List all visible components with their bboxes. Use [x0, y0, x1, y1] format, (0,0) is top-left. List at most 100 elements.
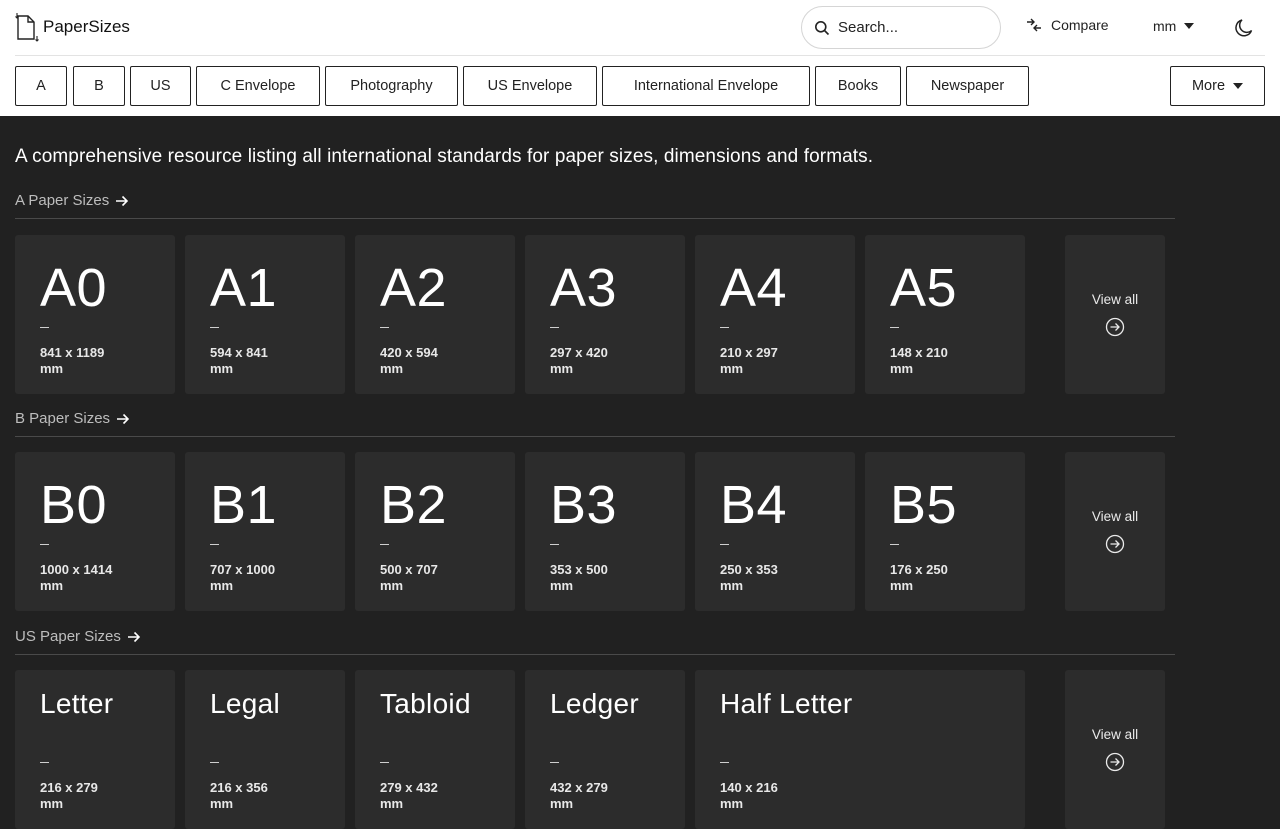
category-b[interactable]: B	[73, 66, 125, 106]
section-divider	[15, 436, 1175, 437]
card-name: B4	[720, 475, 788, 535]
card-dash	[40, 762, 49, 763]
search-input[interactable]	[838, 19, 988, 36]
card-name: A1	[210, 258, 278, 318]
category-books[interactable]: Books	[815, 66, 901, 106]
size-card-a4[interactable]: A4 210 x 297 mm	[695, 235, 855, 394]
category-c-envelope[interactable]: C Envelope	[196, 66, 320, 106]
card-dims: 176 x 250 mm	[890, 562, 948, 593]
card-dash	[380, 762, 389, 763]
size-card-ledger[interactable]: Ledger 432 x 279 mm	[525, 670, 685, 829]
card-dims: 1000 x 1414 mm	[40, 562, 113, 593]
card-name: A3	[550, 258, 618, 318]
arrow-circle-right-icon	[1105, 317, 1125, 337]
card-dims: 841 x 1189 mm	[40, 345, 105, 376]
card-dash	[720, 327, 729, 328]
chevron-down-icon	[1233, 83, 1244, 89]
card-dash	[40, 327, 49, 328]
size-card-a1[interactable]: A1 594 x 841 mm	[185, 235, 345, 394]
search-icon	[815, 20, 830, 35]
size-card-b4[interactable]: B4 250 x 353 mm	[695, 452, 855, 611]
size-card-a2[interactable]: A2 420 x 594 mm	[355, 235, 515, 394]
card-dims: 353 x 500 mm	[550, 562, 608, 593]
size-card-letter[interactable]: Letter 216 x 279 mm	[15, 670, 175, 829]
card-name: B3	[550, 475, 618, 535]
arrow-right-icon	[116, 195, 129, 206]
section-title-label: A Paper Sizes	[15, 192, 110, 209]
more-button[interactable]: More	[1170, 66, 1265, 106]
card-name: B1	[210, 475, 278, 535]
category-a[interactable]: A	[15, 66, 67, 106]
card-dash	[550, 327, 559, 328]
card-name: Letter	[40, 688, 114, 719]
section-divider	[15, 218, 1175, 219]
card-dash	[380, 544, 389, 545]
compare-label: Compare	[1051, 17, 1109, 33]
card-dims: 210 x 297 mm	[720, 345, 778, 376]
section-title-us[interactable]: US Paper Sizes	[15, 628, 141, 645]
view-all-label: View all	[1091, 509, 1139, 524]
card-name: Half Letter	[720, 688, 853, 719]
card-dash	[380, 327, 389, 328]
card-name: A0	[40, 258, 108, 318]
card-name: B5	[890, 475, 958, 535]
card-dims: 297 x 420 mm	[550, 345, 608, 376]
size-card-a3[interactable]: A3 297 x 420 mm	[525, 235, 685, 394]
card-name: B0	[40, 475, 108, 535]
arrow-circle-right-icon	[1105, 534, 1125, 554]
size-card-b2[interactable]: B2 500 x 707 mm	[355, 452, 515, 611]
section-title-b[interactable]: B Paper Sizes	[15, 410, 130, 427]
top-bar: PaperSizes Compare mm	[0, 0, 1280, 55]
moon-icon[interactable]	[1233, 17, 1255, 39]
view-all-a-button[interactable]: View all	[1065, 235, 1165, 394]
size-card-legal[interactable]: Legal 216 x 356 mm	[185, 670, 345, 829]
card-dims: 707 x 1000 mm	[210, 562, 276, 593]
category-international-envelope[interactable]: International Envelope	[602, 66, 810, 106]
card-name: Ledger	[550, 688, 639, 719]
size-card-b0[interactable]: B0 1000 x 1414 mm	[15, 452, 175, 611]
search-box[interactable]	[801, 6, 1001, 49]
view-all-b-button[interactable]: View all	[1065, 452, 1165, 611]
card-dims: 216 x 356 mm	[210, 780, 268, 811]
card-dash	[550, 762, 559, 763]
arrow-right-icon	[117, 413, 130, 424]
view-all-us-button[interactable]: View all	[1065, 670, 1165, 829]
card-dash	[890, 327, 899, 328]
unit-dropdown[interactable]: mm	[1153, 18, 1195, 34]
size-card-tabloid[interactable]: Tabloid 279 x 432 mm	[355, 670, 515, 829]
intro-text: A comprehensive resource listing all int…	[15, 146, 874, 167]
card-dash	[210, 762, 219, 763]
size-card-b5[interactable]: B5 176 x 250 mm	[865, 452, 1025, 611]
logo[interactable]: PaperSizes	[15, 12, 130, 42]
category-us-envelope[interactable]: US Envelope	[463, 66, 597, 106]
view-all-label: View all	[1091, 292, 1139, 307]
section-title-label: US Paper Sizes	[15, 628, 121, 645]
card-dash	[210, 327, 219, 328]
size-card-half-letter[interactable]: Half Letter 140 x 216 mm	[695, 670, 1025, 829]
card-dims: 216 x 279 mm	[40, 780, 98, 811]
card-dash	[550, 544, 559, 545]
category-photography[interactable]: Photography	[325, 66, 458, 106]
compare-icon	[1027, 18, 1041, 32]
card-name: B2	[380, 475, 448, 535]
section-title-a[interactable]: A Paper Sizes	[15, 192, 129, 209]
category-newspaper[interactable]: Newspaper	[906, 66, 1029, 106]
card-dims: 250 x 353 mm	[720, 562, 778, 593]
card-dash	[720, 544, 729, 545]
size-card-a5[interactable]: A5 148 x 210 mm	[865, 235, 1025, 394]
section-divider	[15, 654, 1175, 655]
card-dash	[720, 762, 729, 763]
size-card-b3[interactable]: B3 353 x 500 mm	[525, 452, 685, 611]
card-name: Legal	[210, 688, 281, 719]
card-name: A4	[720, 258, 788, 318]
view-all-label: View all	[1091, 727, 1139, 742]
size-card-b1[interactable]: B1 707 x 1000 mm	[185, 452, 345, 611]
compare-button[interactable]: Compare	[1025, 16, 1109, 34]
size-card-a0[interactable]: A0 841 x 1189 mm	[15, 235, 175, 394]
card-dims: 140 x 216 mm	[720, 780, 778, 811]
card-dash	[210, 544, 219, 545]
card-dims: 148 x 210 mm	[890, 345, 948, 376]
category-us[interactable]: US	[130, 66, 191, 106]
card-dims: 500 x 707 mm	[380, 562, 438, 593]
card-dash	[40, 544, 49, 545]
